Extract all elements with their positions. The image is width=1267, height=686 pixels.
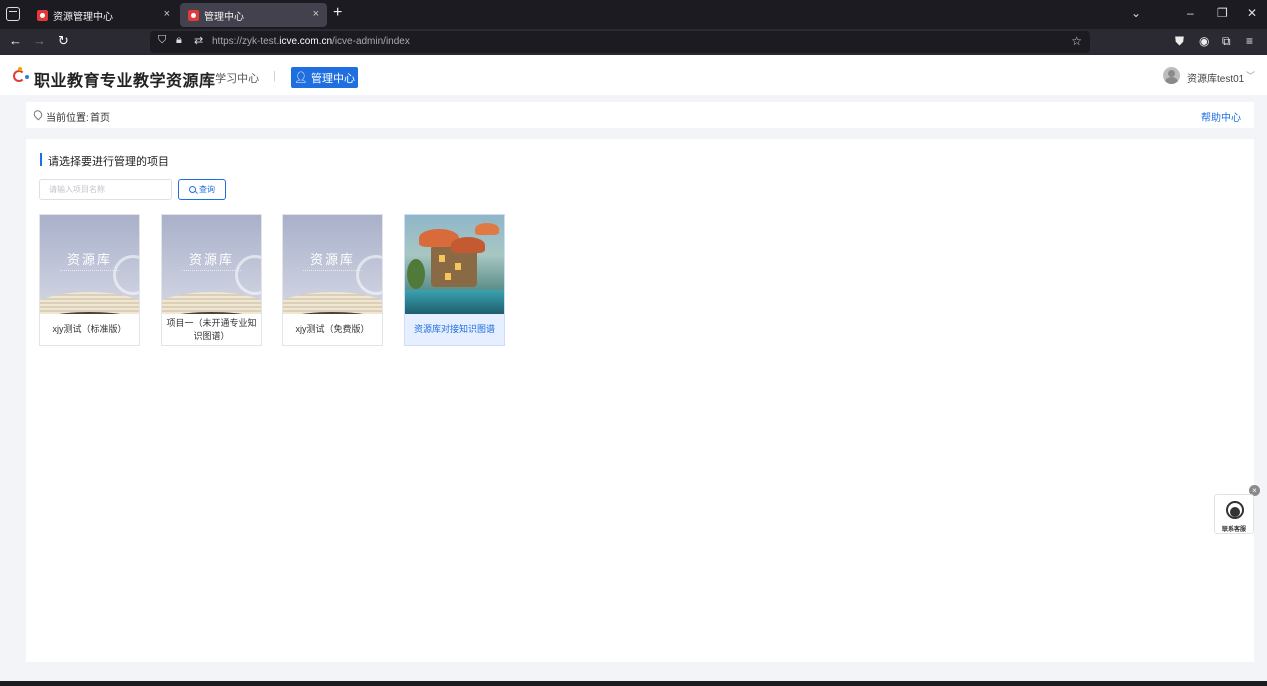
help-center-link[interactable]: 帮助中心: [1201, 109, 1241, 124]
back-arrow-icon[interactable]: ←: [9, 33, 22, 48]
project-card[interactable]: 资源库 xjy测试（标准版）: [39, 214, 140, 346]
tab-title: 管理中心: [204, 11, 244, 23]
shield-icon[interactable]: ⛉: [158, 34, 166, 47]
reload-icon[interactable]: ↻: [58, 33, 69, 49]
user-manage-icon: 👤︎: [294, 72, 308, 84]
project-card[interactable]: 资源库 项目一（未开通专业知识图谱）: [161, 214, 262, 346]
minimize-window-icon[interactable]: –: [1187, 6, 1194, 20]
permissions-icon[interactable]: ⇄: [194, 34, 203, 47]
menu-hamburger-icon[interactable]: ≡: [1246, 34, 1253, 48]
project-name: 资源库对接知识图谱: [413, 324, 495, 334]
project-card[interactable]: 资源库对接知识图谱: [404, 214, 505, 346]
account-icon[interactable]: ◉: [1199, 34, 1209, 48]
chevron-down-icon[interactable]: ﹀: [1246, 69, 1255, 82]
taskbar-strip: [0, 681, 1267, 686]
site-logo-text[interactable]: 职业教育专业教学资源库: [34, 67, 216, 91]
cover-title: 资源库: [188, 252, 234, 267]
title-accent-bar: [40, 153, 42, 166]
cover-title: 资源库: [309, 252, 355, 267]
project-cover-image: [405, 215, 504, 314]
project-search-input[interactable]: [39, 179, 172, 200]
restore-window-icon[interactable]: ❐: [1217, 6, 1228, 20]
manage-center-label: 管理中心: [310, 72, 355, 85]
page-title: 请选择要进行管理的项目: [48, 156, 169, 168]
customer-service-label: 联系客服: [1221, 527, 1246, 533]
close-window-icon[interactable]: ✕: [1247, 6, 1257, 20]
url-text[interactable]: https://zyk-test.icve.com.cn/icve-admin/…: [212, 36, 410, 47]
location-pin-icon: [31, 108, 45, 121]
tab-overflow-chevron-icon[interactable]: ⌄: [1131, 6, 1141, 20]
lock-icon[interactable]: 🔒︎: [176, 34, 182, 47]
forward-arrow-icon[interactable]: →: [33, 33, 46, 48]
browser-tab-strip: 资源管理中心 × 管理中心 × + ⌄ – ❐ ✕: [0, 0, 1267, 29]
header-separator: |: [273, 70, 276, 82]
username-label[interactable]: 资源库test01: [1187, 70, 1244, 85]
query-button-label: 查询: [199, 185, 215, 194]
project-name: xjy测试（标准版）: [52, 324, 127, 334]
cover-title: 资源库: [66, 252, 112, 267]
new-tab-button[interactable]: +: [333, 4, 342, 22]
bookmark-star-icon[interactable]: ☆: [1071, 34, 1082, 48]
project-cover-image: 资源库: [283, 215, 382, 314]
site-favicon-icon: [188, 9, 199, 21]
site-favicon-icon: [37, 9, 48, 21]
logo-icon: [12, 67, 30, 85]
search-icon: [189, 186, 196, 193]
query-button[interactable]: 查询: [178, 179, 226, 200]
tab-list-icon[interactable]: [6, 7, 20, 21]
study-center-link[interactable]: ⛫ 学习中心: [202, 70, 259, 87]
breadcrumb: 当前位置: 首页 帮助中心: [26, 102, 1254, 128]
avatar[interactable]: [1163, 67, 1180, 84]
browser-tab-resource-center[interactable]: 资源管理中心 ×: [29, 3, 178, 27]
customer-service-widget[interactable]: 联系客服: [1214, 494, 1254, 534]
extensions-icon[interactable]: ⧉: [1222, 34, 1231, 49]
close-tab-icon[interactable]: ×: [313, 8, 319, 20]
project-selection-panel: 请选择要进行管理的项目 查询 资源库 xjy测试（标准版） 资源库 项目一（未开…: [26, 139, 1254, 662]
browser-nav-toolbar: ← → ↻ ⛉ 🔒︎ ⇄ https://zyk-test.icve.com.c…: [0, 29, 1267, 55]
project-name: xjy测试（免费版）: [295, 324, 370, 334]
breadcrumb-home[interactable]: 首页: [90, 109, 110, 124]
breadcrumb-label: 当前位置:: [46, 113, 89, 124]
app-header: 职业教育专业教学资源库 ⛫ 学习中心 | 👤︎ 管理中心 资源库test01 ﹀: [0, 55, 1267, 95]
pocket-icon[interactable]: ⛊: [1175, 34, 1184, 49]
project-cover-image: 资源库: [40, 215, 139, 314]
address-bar[interactable]: ⛉ 🔒︎ ⇄ https://zyk-test.icve.com.cn/icve…: [150, 31, 1090, 53]
project-card[interactable]: 资源库 xjy测试（免费版）: [282, 214, 383, 346]
tab-title: 资源管理中心: [53, 11, 113, 23]
close-tab-icon[interactable]: ×: [164, 8, 170, 20]
project-name: 项目一（未开通专业知识图谱）: [166, 317, 257, 341]
project-cover-image: 资源库: [162, 215, 261, 314]
manage-center-button[interactable]: 👤︎ 管理中心: [291, 67, 358, 88]
browser-tab-manage-center[interactable]: 管理中心 ×: [180, 3, 327, 27]
